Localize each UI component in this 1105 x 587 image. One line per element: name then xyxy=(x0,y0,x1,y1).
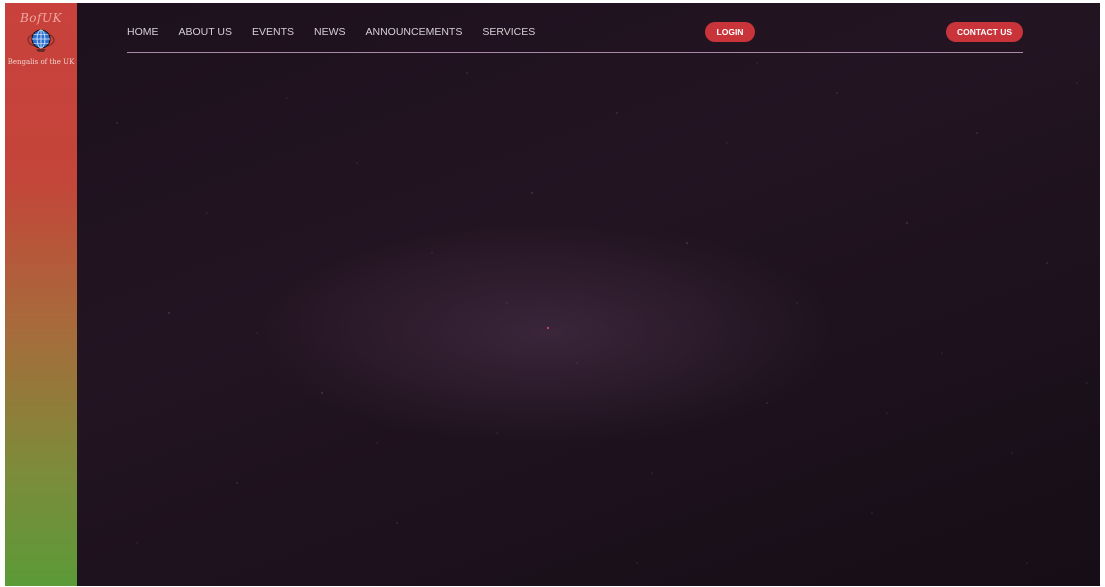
nav-link-about-us[interactable]: ABOUT US xyxy=(179,26,232,38)
logo-top-text: BofUK xyxy=(19,11,63,25)
hero-background: HOME ABOUT US EVENTS NEWS ANNOUNCEMENTS … xyxy=(77,3,1100,586)
nav-divider xyxy=(127,52,1023,53)
globe-icon xyxy=(27,29,55,52)
contact-us-button[interactable]: CONTACT US xyxy=(946,22,1023,42)
top-navigation: HOME ABOUT US EVENTS NEWS ANNOUNCEMENTS … xyxy=(127,22,1023,54)
red-star-dot xyxy=(547,327,549,329)
page: BofUK Bengalis of the UK HOME ABOUT US E… xyxy=(5,3,1100,586)
logo-bottom-text: Bengalis of the UK xyxy=(7,58,75,66)
nav-link-services[interactable]: SERVICES xyxy=(482,26,535,38)
sidebar: BofUK Bengalis of the UK xyxy=(5,3,77,586)
nav-links: HOME ABOUT US EVENTS NEWS ANNOUNCEMENTS … xyxy=(127,26,535,38)
nav-link-announcements[interactable]: ANNOUNCEMENTS xyxy=(366,26,463,38)
site-logo[interactable]: BofUK Bengalis of the UK xyxy=(5,9,77,89)
starfield xyxy=(116,62,1088,564)
nav-link-home[interactable]: HOME xyxy=(127,26,159,38)
nav-link-events[interactable]: EVENTS xyxy=(252,26,294,38)
nav-link-news[interactable]: NEWS xyxy=(314,26,346,38)
login-button[interactable]: LOGIN xyxy=(705,22,755,42)
